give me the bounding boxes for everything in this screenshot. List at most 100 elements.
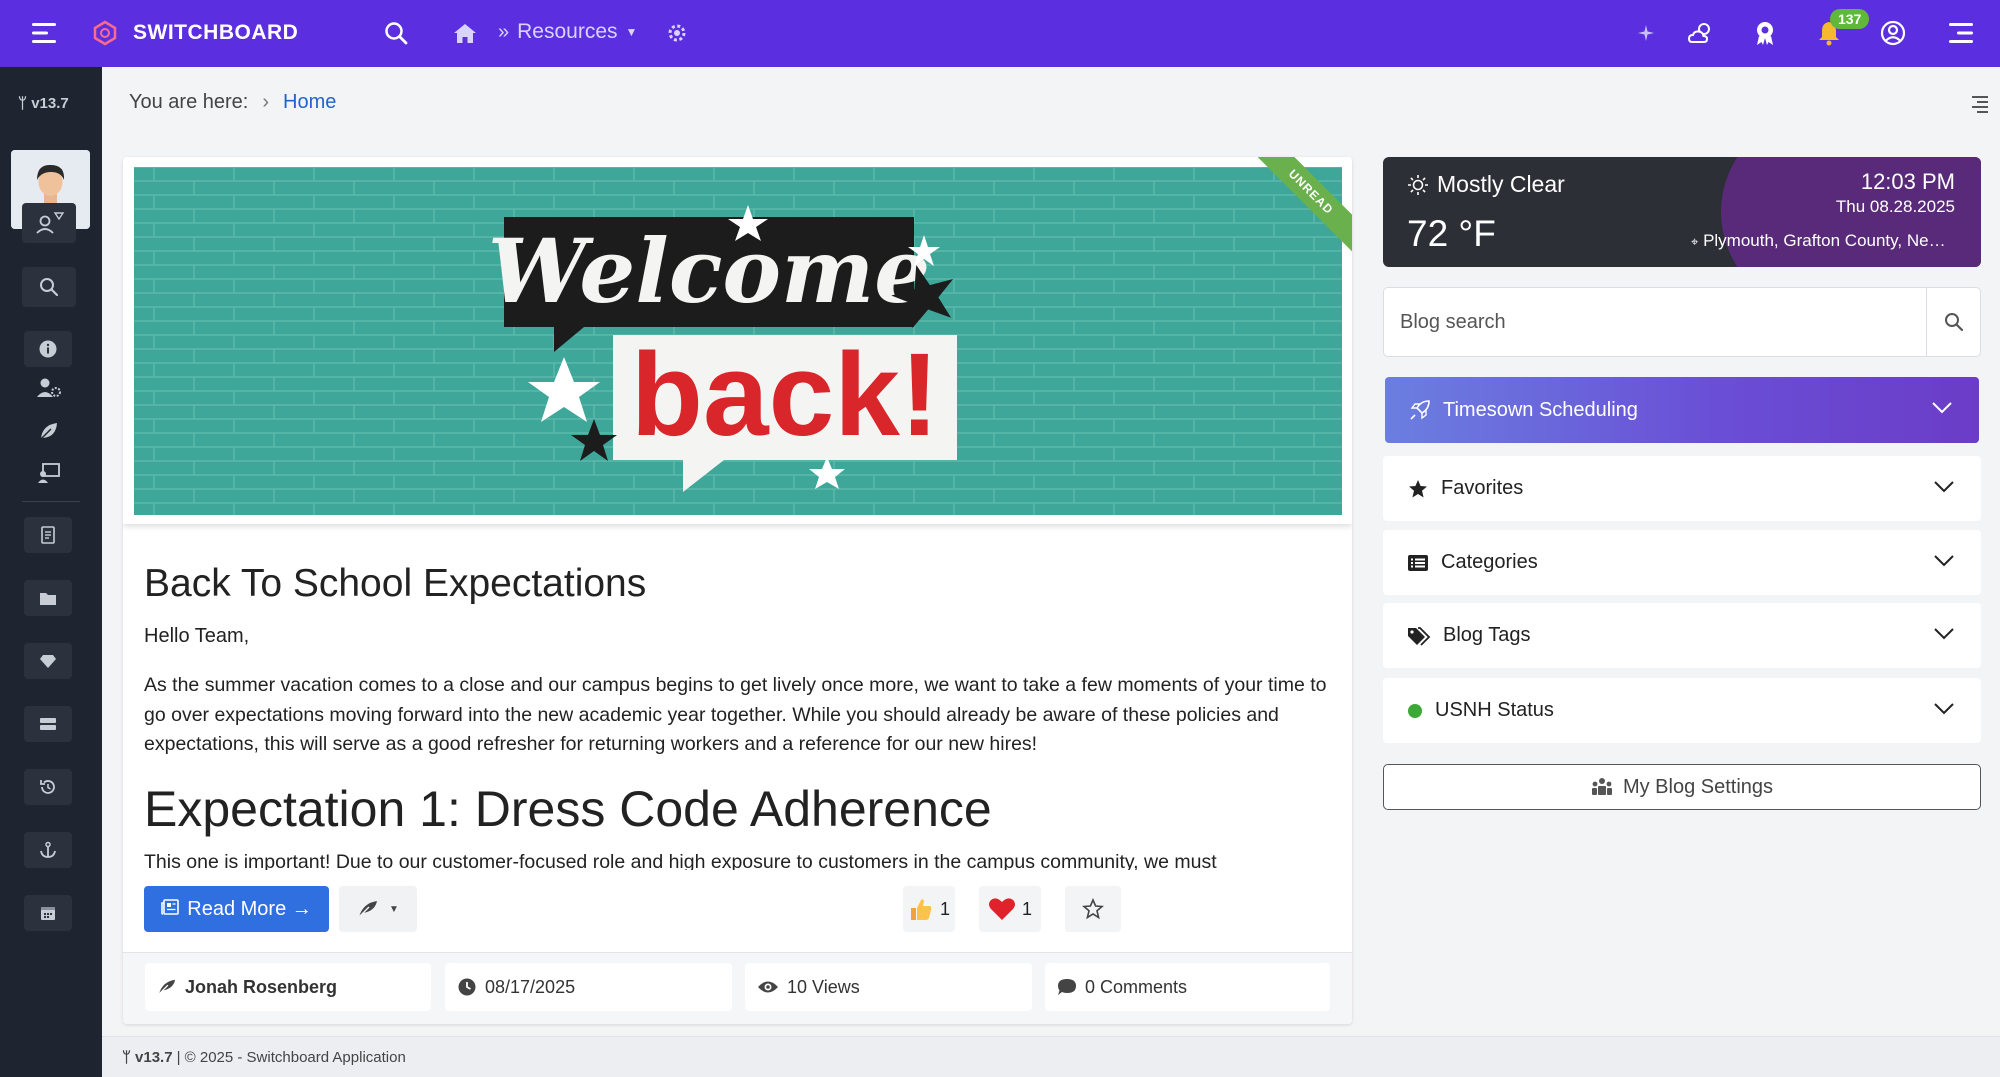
map-pin-icon: ⌖ [1691,234,1699,249]
gem-button[interactable] [24,643,72,679]
usnh-status-panel-header[interactable]: USNH Status [1383,678,1981,743]
post-date: 08/17/2025 [445,963,732,1011]
clock-icon [458,978,476,996]
weather-widget[interactable]: Mostly Clear 72 °F 12:03 PM Thu 08.28.20… [1383,157,1981,267]
blog-search-button[interactable] [1926,288,1980,356]
heart-count: 1 [1021,898,1032,919]
blog-search-box [1383,287,1981,357]
favorite-star-button[interactable] [1065,886,1121,932]
like-count: 1 [939,898,950,919]
page-menu-icon[interactable] [1968,95,1988,118]
info-button[interactable] [24,331,72,367]
feather-icon [158,979,176,995]
weather-date: Thu 08.28.2025 [1835,197,1955,216]
branch-icon: ᛘ [122,1048,132,1066]
presentation-icon[interactable] [34,458,64,488]
anchor-button[interactable] [24,832,72,868]
list-icon [1408,554,1428,571]
sidebar-version-label: v13.7 [31,95,69,112]
chevron-down-icon [1932,402,1952,414]
blog-tags-panel-header[interactable]: Blog Tags [1383,603,1981,668]
blog-post-card: Welcome back! UNREAD Back To School Expe… [123,157,1352,1024]
user-account-icon[interactable] [1878,18,1908,48]
weather-location: ⌖ Plymouth, Grafton County, New Hampshir… [1691,231,1951,251]
chevron-down-icon [1934,481,1954,493]
caret-down-icon: ▼ [625,25,638,39]
hero-image-frame: Welcome back! UNREAD [123,157,1352,524]
leaf-icon[interactable] [34,416,64,446]
page-footer: ᛘ v13.7 | © 2025 - Switchboard Applicati… [102,1036,2000,1077]
usnh-status-panel-title: USNH Status [1435,699,1554,721]
sidebar-version: ᛘ v13.7 [18,95,69,112]
weather-condition: Mostly Clear [1407,171,1565,198]
document-button[interactable] [24,517,72,553]
post-body: As the summer vacation comes to a close … [144,674,1327,755]
weather-location-text: Plymouth, Grafton County, New Hampshire [1703,231,1951,250]
sidebar-search-button[interactable] [22,267,76,307]
post-greeting: Hello Team, [144,625,250,647]
post-date-text: 08/17/2025 [485,976,576,997]
chevron-down-icon [1934,703,1954,715]
chevron-down-icon [1934,555,1954,567]
comment-icon [1058,979,1076,995]
folder-button[interactable] [24,580,72,616]
read-more-button[interactable]: Read More → [144,886,329,932]
my-blog-settings-label: My Blog Settings [1622,775,1774,798]
calendar-button[interactable] [24,895,72,931]
post-views: 10 Views [745,963,1032,1011]
sun-icon [1408,174,1428,195]
eye-icon [758,981,778,993]
branch-icon: ᛘ [18,95,28,112]
users-cog-icon [1591,778,1612,795]
server-button[interactable] [24,706,72,742]
scheduling-panel-title: Timesown Scheduling [1443,398,1638,421]
menu-toggle-icon[interactable] [30,18,60,48]
chevron-right-icon: › [262,91,270,113]
footer-version: v13.7 [135,1048,173,1066]
weather-temperature: 72 °F [1407,213,1496,254]
heart-reaction-button[interactable]: 1 [979,886,1041,932]
hero-back-text: back! [631,329,939,461]
like-reaction-button[interactable]: 1 [903,886,955,932]
blog-search-input[interactable] [1384,288,1928,356]
edit-dropdown-button[interactable]: ▼ [339,886,417,932]
notification-count-badge: 137 [1830,9,1870,29]
scheduling-panel-header[interactable]: Timesown Scheduling [1385,377,1979,443]
categories-panel-header[interactable]: Categories [1383,530,1981,595]
post-comments[interactable]: 0 Comments [1045,963,1330,1011]
rocket-icon [1410,400,1430,420]
favorites-panel-header[interactable]: Favorites [1383,456,1981,521]
brand-name[interactable]: SWITCHBOARD [133,21,298,45]
newspaper-icon [161,898,180,921]
switchboard-logo-icon [90,18,120,48]
breadcrumb-home-link[interactable]: Home [283,91,336,114]
feather-pen-icon [358,901,378,918]
weather-icon[interactable] [1686,18,1716,48]
hero-image[interactable]: Welcome back! [134,167,1342,515]
post-meta-footer: Jonah Rosenberg 08/17/2025 10 Views 0 Co… [123,952,1352,1024]
post-author[interactable]: Jonah Rosenberg [145,963,431,1011]
history-button[interactable] [24,769,72,805]
chevron-down-icon [1934,628,1954,640]
weather-condition-text: Mostly Clear [1437,171,1565,197]
top-navbar: SWITCHBOARD » Resources ▼ 137 [0,0,2000,67]
post-title[interactable]: Back To School Expectations [144,562,646,606]
post-excerpt-text: This one is important! Due to our custom… [144,851,1217,870]
resources-menu[interactable]: » Resources ▼ [498,20,637,44]
read-more-label: Read More → [187,897,312,920]
post-comments-text: 0 Comments [1085,976,1188,997]
post-section-heading: Expectation 1: Dress Code Adherence [144,781,992,837]
my-blog-settings-button[interactable]: My Blog Settings [1383,764,1981,810]
right-menu-icon[interactable] [1945,18,1975,48]
user-settings-icon[interactable] [34,373,64,403]
resources-label: Resources [517,20,618,43]
user-profile-button[interactable] [22,203,76,243]
post-author-name: Jonah Rosenberg [185,976,338,997]
home-icon[interactable] [450,18,480,48]
hero-welcome-text: Welcome [488,219,930,323]
search-icon[interactable] [381,18,411,48]
award-icon[interactable] [1750,18,1780,48]
settings-gear-icon[interactable] [662,18,692,48]
sparkles-icon[interactable] [1631,18,1661,48]
favorites-panel-title: Favorites [1441,477,1524,499]
